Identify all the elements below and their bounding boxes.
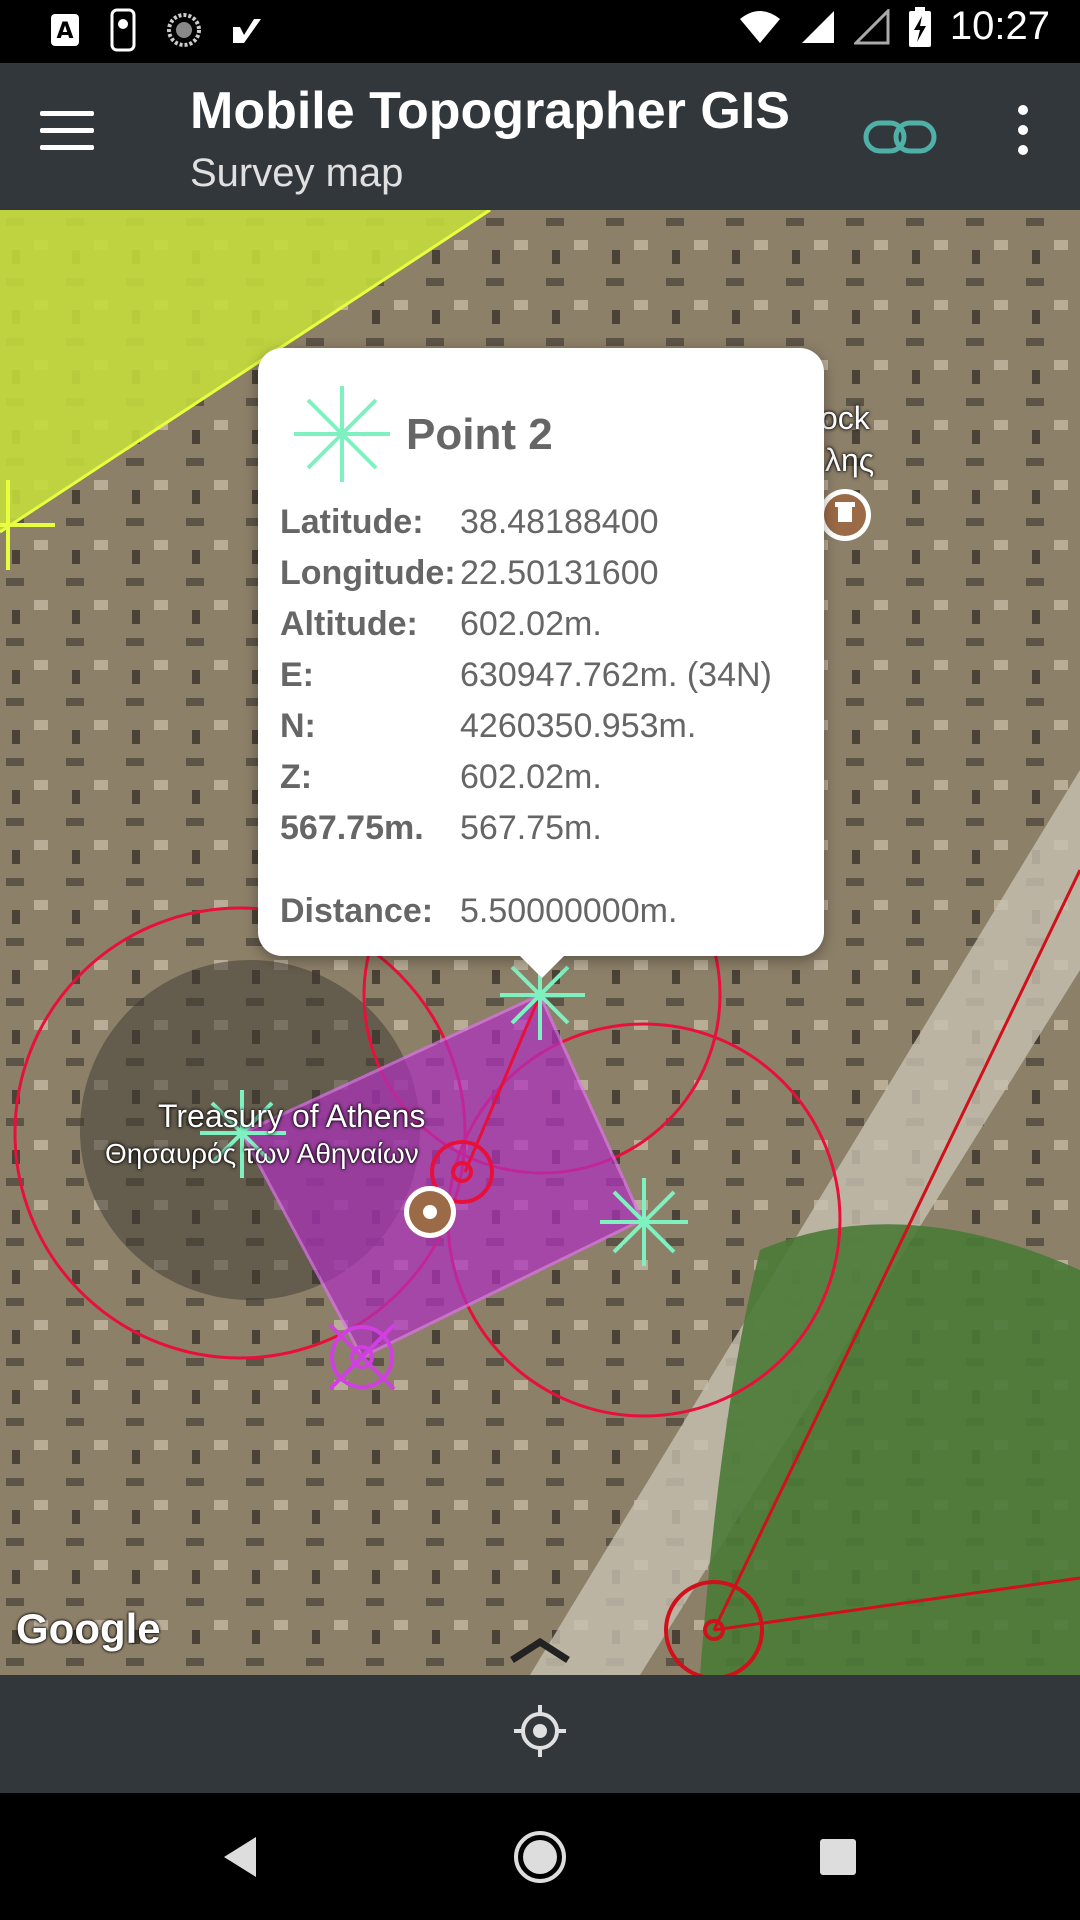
row-value: 602.02m. bbox=[460, 758, 602, 796]
signal-icon bbox=[801, 10, 834, 43]
point-info-popup[interactable]: Point 2 Latitude: 38.48188400 Longitude:… bbox=[258, 348, 824, 978]
device-icon bbox=[110, 8, 136, 52]
app-title: Mobile Topographer GIS bbox=[190, 82, 790, 140]
row-key: Z: bbox=[280, 758, 313, 796]
point-marker-icon bbox=[294, 386, 390, 482]
keyboard-a-icon: A bbox=[51, 14, 79, 46]
row-value: 38.48188400 bbox=[460, 503, 659, 541]
status-bar: A 10:27 bbox=[0, 0, 1080, 63]
map-label-rock-greek: λης bbox=[825, 442, 875, 478]
battery-charging-icon bbox=[908, 6, 931, 47]
svg-text:A: A bbox=[56, 19, 73, 44]
app-subtitle: Survey map bbox=[190, 151, 404, 195]
row-value: 5.50000000m. bbox=[460, 892, 678, 930]
link-icon[interactable] bbox=[862, 115, 938, 159]
popup-title: Point 2 bbox=[406, 410, 553, 459]
row-value: 22.50131600 bbox=[460, 554, 659, 592]
row-key: E: bbox=[280, 656, 314, 694]
map-label-rock: ock bbox=[820, 400, 870, 436]
sync-circle-icon bbox=[167, 13, 201, 47]
row-key: Altitude: bbox=[280, 605, 418, 643]
nav-home-icon[interactable] bbox=[510, 1827, 570, 1887]
more-dot bbox=[1018, 105, 1028, 115]
check-flag-icon bbox=[233, 17, 261, 43]
row-value: 4260350.953m. bbox=[460, 707, 697, 745]
row-key: 567.75m. bbox=[280, 809, 424, 847]
castle-poi-icon[interactable] bbox=[819, 489, 871, 541]
row-key: N: bbox=[280, 707, 316, 745]
row-value: 567.75m. bbox=[460, 809, 602, 847]
row-value: 602.02m. bbox=[460, 605, 602, 643]
hamburger-line bbox=[40, 145, 94, 150]
place-marker-icon[interactable] bbox=[404, 1186, 456, 1238]
more-dot bbox=[1018, 125, 1028, 135]
row-key: Distance: bbox=[280, 892, 434, 930]
hamburger-icon bbox=[40, 111, 94, 116]
hamburger-line bbox=[40, 128, 94, 133]
more-vert-icon[interactable] bbox=[1005, 105, 1041, 169]
nav-back-icon[interactable] bbox=[210, 1827, 270, 1887]
map-label-treasury-greek: Θησαυρός των Αθηναίων bbox=[105, 1138, 419, 1169]
more-dot bbox=[1018, 145, 1028, 155]
signal-empty-icon bbox=[853, 8, 890, 44]
status-time: 10:27 bbox=[949, 4, 1050, 48]
wifi-icon bbox=[739, 10, 780, 43]
system-nav-bar bbox=[0, 1793, 1080, 1920]
google-attribution: Google bbox=[16, 1605, 161, 1652]
row-value: 630947.762m. (34N) bbox=[460, 656, 772, 694]
app-bar: Mobile Topographer GIS Survey map bbox=[0, 63, 1080, 210]
nav-recents-icon[interactable] bbox=[808, 1827, 868, 1887]
row-key: Longitude: bbox=[280, 554, 456, 592]
menu-button[interactable] bbox=[40, 111, 94, 155]
bottom-toolbar bbox=[0, 1675, 1080, 1793]
map-label-treasury: Treasury of Athens bbox=[158, 1098, 426, 1134]
my-location-icon[interactable] bbox=[514, 1705, 566, 1757]
row-key: Latitude: bbox=[280, 503, 424, 541]
